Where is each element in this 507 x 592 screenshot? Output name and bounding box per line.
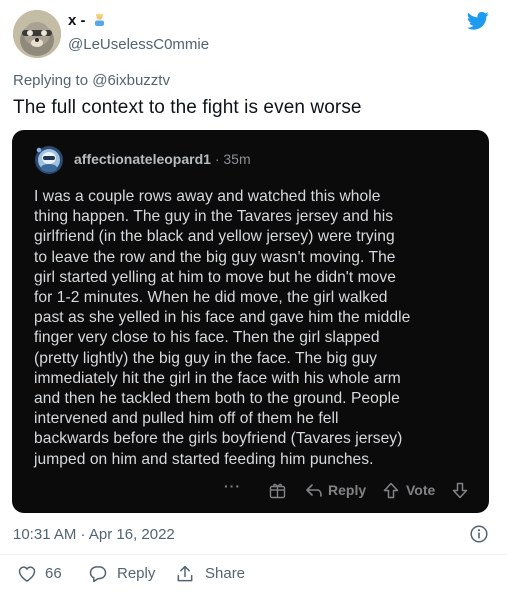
replying-prefix: Replying to	[13, 72, 89, 89]
comment-line: I was a couple rows away and watched thi…	[34, 188, 381, 205]
tweet-timestamp[interactable]: 10:31 AM · Apr 16, 2022	[13, 526, 175, 543]
comment-line: to leave the row and the big guy wasn't …	[34, 248, 396, 266]
comment-line: backwards before the girls boyfriend (Ta…	[34, 430, 403, 448]
comment-username-row: affectionateleopard1 · 35m	[74, 151, 251, 167]
comment-line: girl started yelling at him to move but …	[34, 268, 396, 286]
reply-label: Reply	[117, 565, 156, 582]
user-avatar[interactable]	[13, 10, 61, 58]
comment-line: finger very close to his face. Then the …	[34, 329, 380, 347]
comment-reply-label: Reply	[328, 482, 367, 498]
info-icon[interactable]	[470, 525, 488, 543]
reddit-avatar-icon	[35, 146, 63, 174]
display-name[interactable]: x -	[68, 12, 86, 29]
display-name-row[interactable]: x -	[68, 12, 106, 29]
comment-line: intervened and pulled him off of them he…	[34, 410, 339, 428]
comment-actions: ··· Reply Vote	[12, 478, 489, 502]
person-emoji-icon	[94, 13, 104, 26]
comment-username[interactable]: affectionateleopard1	[74, 151, 211, 167]
twitter-bird-icon[interactable]	[467, 11, 489, 31]
share-label: Share	[205, 565, 246, 582]
heart-icon	[18, 566, 36, 582]
comment-time: · 35m	[214, 151, 251, 167]
award-icon	[269, 483, 286, 499]
divider	[0, 554, 507, 555]
user-handle[interactable]: @LeUselessC0mmie	[68, 36, 209, 53]
like-count: 66	[45, 565, 62, 582]
share-icon	[177, 565, 193, 582]
replying-to-line: Replying to @6ixbuzztv	[13, 72, 170, 89]
embedded-comment-card[interactable]: affectionateleopard1 · 35m I was a coupl…	[12, 130, 489, 513]
comment-body: I was a couple rows away and watched thi…	[34, 187, 482, 470]
vote-label: Vote	[406, 482, 436, 498]
comment-line: (pretty lightly) the big guy in the face…	[34, 349, 378, 367]
comment-line: for 1-2 minutes. When he did move, the g…	[34, 289, 388, 307]
comment-line: jumped on him and started feeding him pu…	[34, 450, 374, 468]
upvote-icon	[383, 482, 399, 499]
comment-line: girlfriend (in the black and yellow jers…	[34, 228, 395, 246]
comment-line: and then he tackled them both to the gro…	[34, 390, 400, 408]
replying-to-handle[interactable]: @6ixbuzztv	[92, 72, 170, 89]
more-options-icon: ···	[224, 478, 241, 494]
reply-arrow-icon	[306, 484, 322, 497]
tweet-text: The full context to the fight is even wo…	[13, 97, 362, 118]
downvote-icon	[452, 482, 468, 499]
comment-line: thing happen. The guy in the Tavares jer…	[34, 208, 394, 226]
comment-line: immediately hit the girl in the face wit…	[34, 369, 401, 387]
comment-line: past as she yelled in his face and gave …	[34, 309, 411, 327]
reply-bubble-icon	[89, 566, 107, 583]
